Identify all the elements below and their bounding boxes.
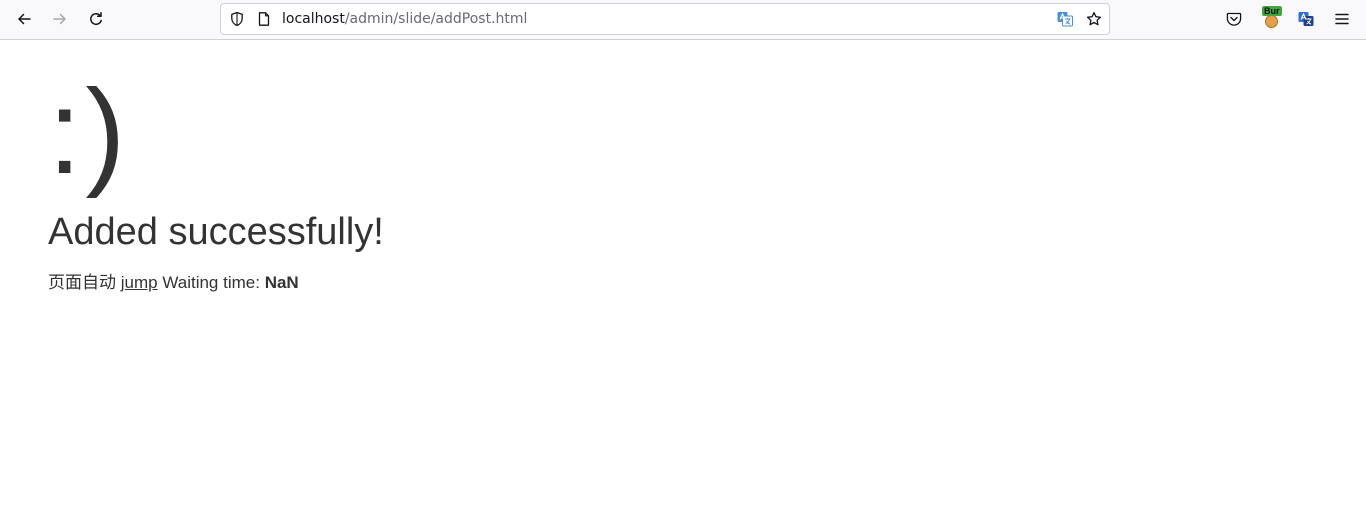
url-text[interactable]: localhost/admin/slide/addPost.html [282, 4, 527, 34]
pocket-icon [1226, 12, 1242, 26]
translate-icon [1057, 12, 1073, 27]
wait-countdown: NaN [264, 273, 299, 292]
smiley-emoticon: :) [48, 65, 130, 199]
translate-icon [1298, 12, 1314, 26]
translate-page-button[interactable] [1057, 11, 1073, 27]
url-host: localhost [282, 11, 345, 27]
success-message: :) Added successfully! 页面自动 jump Waiting… [48, 62, 1048, 295]
url-path: /admin/slide/addPost.html [344, 11, 528, 27]
extension-badge: Bur [1262, 6, 1282, 16]
page-title: Added successfully! [48, 211, 384, 253]
page-icon [258, 12, 270, 26]
extension-icon [1265, 15, 1278, 28]
shield-icon [231, 11, 243, 27]
tracking-protection-button[interactable] [229, 11, 245, 27]
reload-icon [90, 12, 102, 26]
arrow-right-icon [53, 13, 66, 25]
arrow-left-icon [18, 13, 31, 25]
bookmark-button[interactable] [1086, 11, 1102, 27]
back-button[interactable] [10, 5, 38, 33]
reload-button[interactable] [82, 5, 110, 33]
translate-extension-button[interactable] [1292, 5, 1320, 33]
forward-button[interactable] [46, 5, 74, 33]
address-bar[interactable]: localhost/admin/slide/addPost.html [220, 3, 1110, 35]
page-info-button[interactable] [256, 11, 272, 27]
waiting-label: Waiting time: [162, 273, 260, 292]
redirect-prefix: 页面自动 [48, 273, 116, 292]
redirect-line: 页面自动 jump Waiting time: NaN [48, 271, 1048, 295]
jump-link[interactable]: jump [121, 273, 158, 292]
pocket-button[interactable] [1220, 5, 1248, 33]
app-menu-button[interactable] [1328, 5, 1356, 33]
extension-button[interactable]: Bur [1262, 6, 1282, 28]
browser-toolbar: localhost/admin/slide/addPost.html Bur [0, 0, 1366, 40]
star-icon [1086, 11, 1102, 26]
hamburger-menu-icon [1335, 13, 1349, 25]
